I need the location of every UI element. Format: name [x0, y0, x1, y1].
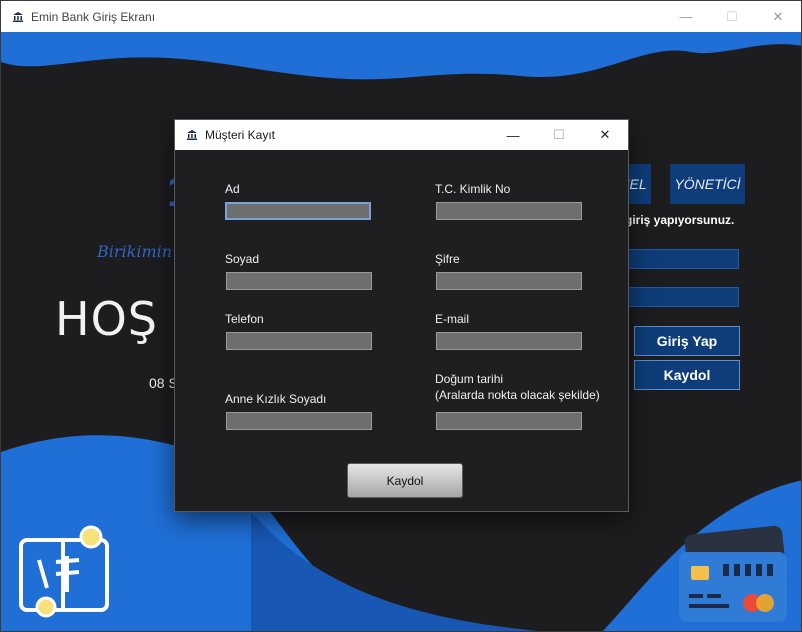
dialog-maximize-button[interactable]: ☐ [536, 120, 582, 150]
bank-icon [11, 10, 25, 24]
main-window-title: Emin Bank Giriş Ekranı [31, 9, 156, 24]
dialog-close-button[interactable]: ✕ [582, 120, 628, 150]
minimize-button[interactable]: — [663, 1, 709, 32]
password-input[interactable] [621, 287, 739, 307]
dogum-tarihi-input[interactable] [436, 412, 582, 430]
maximize-button[interactable]: ☐ [709, 1, 755, 32]
email-label: E-mail [435, 312, 470, 326]
dogum-tarihi-hint: (Aralarda nokta olacak şekilde) [435, 388, 600, 402]
telefon-input[interactable] [226, 332, 372, 350]
tc-kimlik-label: T.C. Kimlik No [435, 182, 511, 196]
sifre-input[interactable] [436, 272, 582, 290]
telefon-label: Telefon [225, 312, 264, 326]
slogan-text: Birikimin [97, 242, 173, 261]
username-input[interactable] [621, 249, 739, 269]
ad-label: Ad [225, 182, 240, 196]
anne-kizlik-soyadi-input[interactable] [226, 412, 372, 430]
sifre-label: Şifre [435, 252, 460, 266]
customer-registration-dialog: Müşteri Kayıt — ☐ ✕ Ad Soyad Telefon Ann… [174, 119, 629, 512]
tc-kimlik-input[interactable] [436, 202, 582, 220]
ad-input[interactable] [225, 202, 371, 220]
login-button[interactable]: Giriş Yap [634, 326, 740, 356]
login-notice: giriş yapıyorsunuz. [625, 213, 735, 227]
dialog-titlebar: Müşteri Kayıt — ☐ ✕ [175, 120, 628, 150]
kaydol-submit-button[interactable]: Kaydol [347, 463, 463, 498]
tab-yonetici[interactable]: YÖNETİCİ [670, 164, 745, 204]
email-input[interactable] [436, 332, 582, 350]
credit-card-icon [679, 525, 788, 622]
soyad-label: Soyad [225, 252, 260, 266]
register-button[interactable]: Kaydol [634, 360, 740, 390]
dialog-title: Müşteri Kayıt [205, 128, 276, 142]
anne-kizlik-soyadi-label: Anne Kızlık Soyadı [225, 392, 327, 406]
dialog-minimize-button[interactable]: — [490, 120, 536, 150]
dogum-tarihi-label: Doğum tarihi [435, 372, 504, 386]
soyad-input[interactable] [226, 272, 372, 290]
main-titlebar: Emin Bank Giriş Ekranı — ☐ ✕ [1, 1, 801, 32]
bank-icon [185, 128, 199, 142]
close-button[interactable]: ✕ [755, 1, 801, 32]
